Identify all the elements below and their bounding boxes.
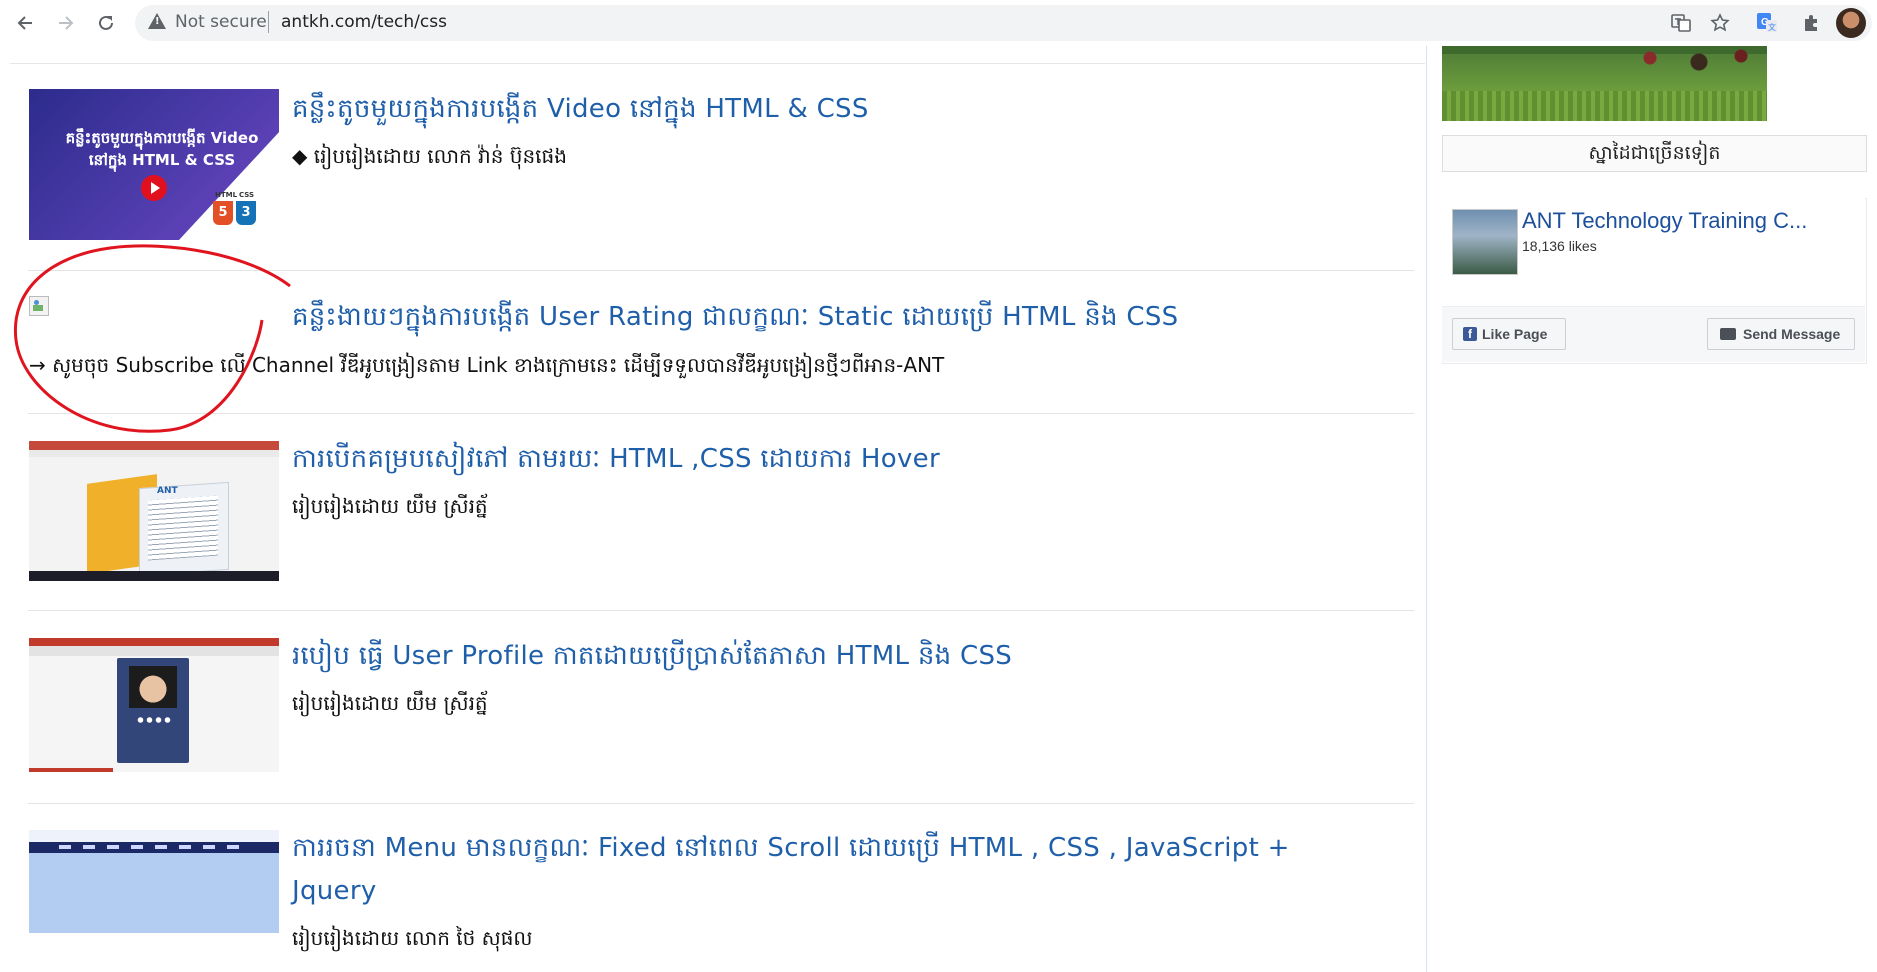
html-badge-label: HTML [215,191,238,199]
thumbnail-caption: គន្លឹះតូចមួយក្នុងការបង្កើត Video នៅក្នុង… [65,129,259,169]
post-title-5-line2[interactable]: Jquery [292,870,377,912]
like-page-label: Like Page [1482,326,1548,342]
like-page-button[interactable]: f Like Page [1452,318,1566,350]
post-title-4[interactable]: របៀប ធ្វើ User Profile កាតដោយប្រើប្រាស់ត… [292,635,1012,677]
post-author-3: រៀបរៀងដោយ យឹម ស្រីរត្ន័ [292,494,488,518]
social-icons [136,716,172,724]
translate-icon[interactable] [1669,11,1693,35]
post-author-5: រៀបរៀងដោយ លោក ថៃ សុផល [292,926,533,950]
css-badge-label: CSS [239,191,255,199]
post-title-1[interactable]: គន្លឹះតូចមួយក្នុងការបង្កើត Video នៅក្នុង… [292,88,869,130]
reload-icon[interactable] [90,8,122,38]
post-thumbnail-4[interactable] [29,638,279,772]
divider [28,803,1414,804]
message-icon [1720,328,1736,340]
facebook-page-name[interactable]: ANT Technology Training C... [1522,208,1807,234]
post-title-2[interactable]: គន្លឹះងាយៗក្នុងការបង្កើត User Rating ជាល… [292,296,1179,338]
svg-text:文: 文 [1768,22,1776,32]
post-title-5[interactable]: ការរចនា Menu មានលក្ខណៈ Fixed នៅពេល Scrol… [292,827,1290,869]
send-message-button[interactable]: Send Message [1707,318,1855,350]
back-icon[interactable] [9,8,41,38]
browser-toolbar: Not secure antkh.com/tech/css G文 [0,0,1877,46]
annotation-circle [13,244,291,433]
menu-bar-icon [29,842,279,853]
play-icon [141,175,167,201]
divider [28,610,1414,611]
post-thumbnail-5[interactable] [29,830,279,933]
forward-icon[interactable] [50,8,82,38]
post-title-3[interactable]: ការបើកគម្របសៀវភៅ តាមរយៈ HTML ,CSS ដោយការ… [292,438,940,480]
post-author-1: ◆ រៀបរៀងដោយ លោក វ៉ាន់ ប៊ុនផេង [292,144,567,168]
post-author-4: រៀបរៀងដោយ យឹម ស្រីរត្ន័ [292,691,488,715]
warning-icon[interactable] [148,13,166,29]
extensions-icon[interactable] [1799,11,1823,35]
post-thumbnail-1[interactable]: គន្លឹះតូចមួយក្នុងការបង្កើត Video នៅក្នុង… [29,89,279,240]
send-message-label: Send Message [1743,326,1841,342]
html5-icon: 5 [213,201,233,225]
facebook-page-photo[interactable] [1452,209,1518,275]
book-page-icon [139,481,229,577]
thumbnail-caption: ANT [157,486,178,496]
divider [10,63,1425,64]
profile-avatar[interactable] [1836,8,1866,38]
more-works-button[interactable]: ស្នាដៃជាច្រើនទៀត [1442,135,1867,172]
security-status[interactable]: Not secure [175,12,267,32]
css3-icon: 3 [236,201,256,225]
post-thumbnail-3[interactable]: ANT [29,441,279,581]
star-icon[interactable] [1708,11,1732,35]
sidebar-photo[interactable] [1442,46,1767,121]
avatar [129,666,177,708]
column-divider [1426,46,1427,972]
google-translate-icon[interactable]: G文 [1755,11,1779,35]
url-separator [268,11,269,33]
url-text[interactable]: antkh.com/tech/css [281,12,447,32]
facebook-icon: f [1463,327,1477,341]
facebook-likes-count: 18,136 likes [1522,238,1597,254]
